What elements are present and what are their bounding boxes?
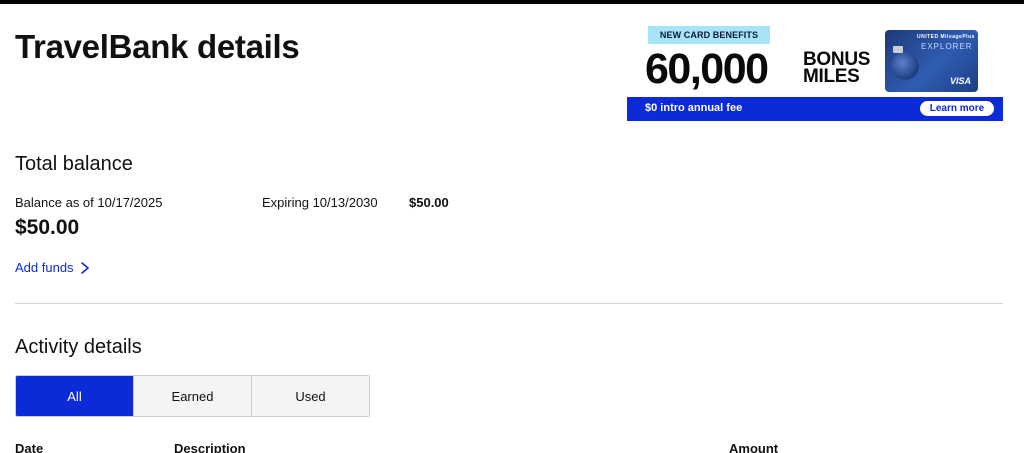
balance-as-of-label: Balance as of 10/17/2025 [15,195,163,210]
globe-icon [891,52,919,80]
activity-filter-tabs: All Earned Used [15,375,370,417]
visa-logo: VISA [949,76,971,86]
card-chip-icon [893,46,903,53]
tab-all[interactable]: All [16,376,133,416]
section-divider [15,303,1003,304]
balance-amount: $50.00 [15,216,80,239]
column-header-amount: Amount [729,441,779,453]
activity-details-heading: Activity details [15,336,142,358]
card-brand: UNITED MileagePlus [917,34,975,40]
ad-bar: $0 intro annual fee Learn more [627,97,1003,121]
credit-card-image: UNITED MileagePlus EXPLORER VISA [885,30,978,92]
column-header-date: Date [15,441,44,453]
card-advertisement[interactable]: NEW CARD BENEFITS 60,000 BONUS MILES UNI… [627,22,1003,121]
learn-more-button[interactable]: Learn more [920,101,994,116]
ad-bar-text: $0 intro annual fee [645,102,743,114]
ad-bonus-text: BONUS MILES [803,50,870,87]
expiring-label: Expiring 10/13/2030 [262,195,378,210]
column-header-description: Description [174,441,246,453]
total-balance-heading: Total balance [15,153,133,175]
card-name: EXPLORER [921,42,973,51]
ad-bonus-line2: MILES [803,66,860,87]
top-bar [0,0,1024,4]
add-funds-link[interactable]: Add funds [15,260,90,275]
add-funds-label: Add funds [15,260,74,275]
page-title: TravelBank details [15,28,300,65]
expiring-amount: $50.00 [409,195,449,210]
tab-used[interactable]: Used [251,376,369,416]
ad-badge: NEW CARD BENEFITS [648,26,770,44]
ad-miles-number: 60,000 [645,45,769,93]
chevron-right-icon [80,261,89,274]
tab-earned[interactable]: Earned [133,376,251,416]
